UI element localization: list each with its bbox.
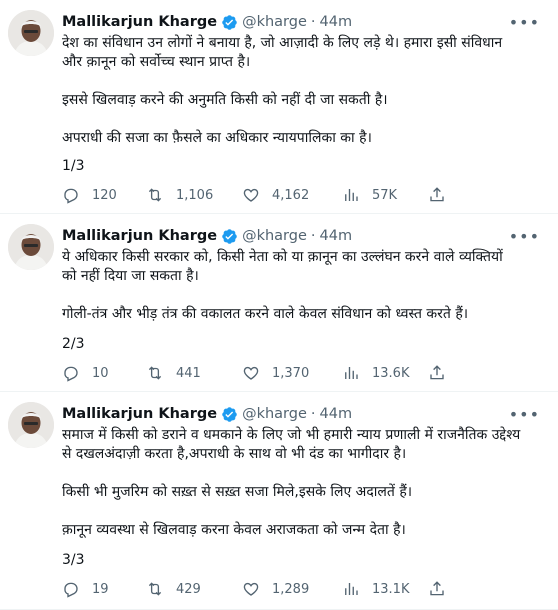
reply-button[interactable]: 10 [62, 364, 109, 382]
views-icon [345, 583, 358, 595]
views-count: 13.6K [372, 365, 410, 381]
more-icon[interactable]: ••• [509, 227, 540, 246]
author-name[interactable]: Mallikarjun Kharge [62, 14, 217, 30]
like-count: 4,162 [272, 187, 310, 203]
action-bar: 19 429 1,289 13.1K [62, 580, 518, 602]
reply-count: 120 [92, 187, 117, 203]
author-name[interactable]: Mallikarjun Kharge [62, 406, 217, 422]
views-count: 57K [372, 187, 398, 203]
thread-count: 2/3 [62, 336, 85, 352]
separator: · [310, 14, 316, 30]
reply-icon [64, 582, 78, 598]
share-icon [430, 187, 444, 202]
like-count: 1,370 [272, 365, 310, 381]
share-icon [430, 365, 444, 380]
retweet-count: 429 [176, 581, 201, 597]
share-icon [430, 581, 444, 596]
action-bar: 120 1,106 4,162 57K [62, 186, 518, 208]
reply-button[interactable]: 19 [62, 580, 109, 598]
retweet-icon [148, 582, 162, 596]
tweet-text: समाज में किसी को डराने व धमकाने के लिए ज… [62, 426, 544, 540]
retweet-button[interactable]: 1,106 [146, 186, 213, 204]
views-icon [345, 189, 358, 201]
text-line: इससे खिलवाड़ करने की अनुमति किसी को नहीं… [62, 92, 388, 108]
views-icon [345, 367, 358, 379]
separator: · [310, 406, 316, 422]
views-button[interactable]: 13.6K [342, 364, 409, 382]
views-count: 13.1K [372, 581, 410, 597]
like-count: 1,289 [272, 581, 310, 597]
share-button[interactable] [428, 364, 446, 386]
text-line: से दखलअंदाज़ी करता है,अपराधी के साथ वो भ… [62, 446, 407, 462]
tweet-1[interactable]: Mallikarjun Kharge @kharge · 44m ••• देश… [0, 0, 558, 214]
text-line: ये अधिकार किसी सरकार को, किसी नेता को या… [62, 249, 503, 265]
thread-count: 1/3 [62, 158, 85, 174]
avatar[interactable] [8, 402, 54, 448]
text-line: देश का संविधान उन लोगों ने बनाया है, जो … [62, 35, 503, 51]
author-handle[interactable]: @kharge [242, 406, 307, 422]
tweet-3[interactable]: Mallikarjun Kharge @kharge · 44m ••• समा… [0, 392, 558, 610]
tweet-text: देश का संविधान उन लोगों ने बनाया है, जो … [62, 34, 544, 148]
reply-count: 10 [92, 365, 109, 381]
views-button[interactable]: 13.1K [342, 580, 409, 598]
retweet-count: 1,106 [176, 187, 214, 203]
timestamp[interactable]: 44m [320, 14, 353, 30]
reply-button[interactable]: 120 [62, 186, 117, 204]
retweet-icon [148, 188, 162, 202]
retweet-count: 441 [176, 365, 201, 381]
verified-badge-icon [221, 406, 238, 423]
text-line: और क़ानून को सर्वोच्च स्थान प्राप्त है। [62, 54, 251, 70]
text-line: समाज में किसी को डराने व धमकाने के लिए ज… [62, 427, 521, 443]
author-handle[interactable]: @kharge [242, 14, 307, 30]
separator: · [310, 228, 316, 244]
verified-badge-icon [221, 14, 238, 31]
heart-icon [243, 188, 259, 202]
share-button[interactable] [428, 186, 446, 208]
heart-icon [243, 366, 259, 380]
verified-badge-icon [221, 228, 238, 245]
text-line: अपराधी की सजा का फ़ैसले का अधिकार न्यायप… [62, 130, 372, 146]
timestamp[interactable]: 44m [320, 406, 353, 422]
reply-icon [64, 366, 78, 382]
action-bar: 10 441 1,370 13.6K [62, 364, 518, 386]
author-name[interactable]: Mallikarjun Kharge [62, 228, 217, 244]
retweet-icon [148, 366, 162, 380]
retweet-button[interactable]: 429 [146, 580, 201, 598]
reply-count: 19 [92, 581, 109, 597]
share-button[interactable] [428, 580, 446, 602]
avatar[interactable] [8, 10, 54, 56]
reply-icon [64, 188, 78, 204]
author-handle[interactable]: @kharge [242, 228, 307, 244]
text-line: गोली-तंत्र और भीड़ तंत्र की वकालत करने व… [62, 306, 469, 322]
tweet-2[interactable]: Mallikarjun Kharge @kharge · 44m ••• ये … [0, 214, 558, 392]
views-button[interactable]: 57K [342, 186, 397, 204]
thread-count: 3/3 [62, 552, 85, 568]
tweet-text: ये अधिकार किसी सरकार को, किसी नेता को या… [62, 248, 544, 324]
avatar[interactable] [8, 224, 54, 270]
more-icon[interactable]: ••• [509, 13, 540, 32]
more-icon[interactable]: ••• [509, 405, 540, 424]
retweet-button[interactable]: 441 [146, 364, 201, 382]
text-line: किसी भी मुजरिम को सख़्त से सख़्त सजा मिल… [62, 484, 413, 500]
like-button[interactable]: 1,370 [242, 364, 309, 382]
heart-icon [243, 582, 259, 596]
like-button[interactable]: 1,289 [242, 580, 309, 598]
text-line: को नहीं दिया जा सकता है। [62, 268, 199, 284]
timestamp[interactable]: 44m [320, 228, 353, 244]
text-line: क़ानून व्यवस्था से खिलवाड़ करना केवल अरा… [62, 522, 406, 538]
like-button[interactable]: 4,162 [242, 186, 309, 204]
